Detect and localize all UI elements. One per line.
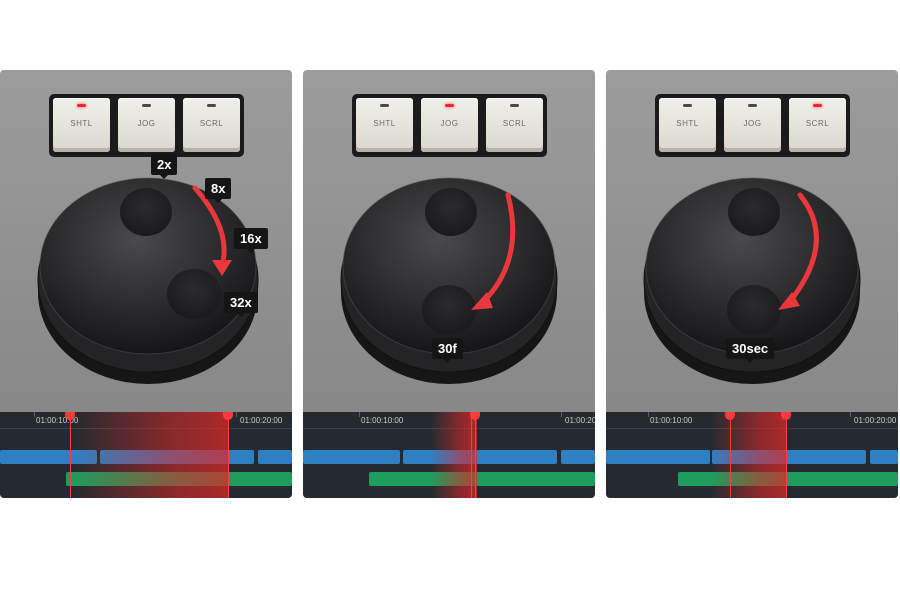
playhead-line [471, 414, 472, 498]
shuttle-panel: SHTL JOG SCRL 2x 8x 16x 32x 01:00:10:00 … [0, 70, 292, 498]
timecode-end: 01:00:20:00 [240, 416, 283, 425]
jog-panel: SHTL JOG SCRL 30f 01:00:10:00 01:00:20 [303, 70, 595, 498]
finger-dimple-bottom [167, 269, 221, 319]
timecode-start: 01:00:10:00 [650, 416, 693, 425]
playhead-line [730, 414, 731, 498]
video-clip[interactable] [403, 450, 557, 464]
timecode-start: 01:00:10:00 [361, 416, 404, 425]
video-clip[interactable] [303, 450, 400, 464]
video-clip[interactable] [561, 450, 595, 464]
finger-dimple-top [728, 188, 780, 236]
finger-dimple-bottom [422, 285, 476, 335]
timecode-end: 01:00:20:00 [854, 416, 897, 425]
timecode-end: 01:00:20:00 [565, 416, 595, 425]
scroll-panel: SHTL JOG SCRL 30sec 01:00:10:00 01:00:20… [606, 70, 898, 498]
video-clip[interactable] [258, 450, 292, 464]
video-clip[interactable] [606, 450, 710, 464]
playhead-line [70, 414, 71, 498]
speed-label-2x: 2x [151, 154, 178, 179]
scroll-step-label: 30sec [726, 338, 775, 363]
timeline: 01:00:10:00 01:00:20:00 [0, 412, 292, 498]
playhead-line [475, 414, 476, 498]
jog-step-label: 30f [432, 338, 463, 363]
speed-label-16x: 16x [234, 228, 268, 253]
video-clip[interactable] [870, 450, 898, 464]
shuttle-motion-blur [72, 412, 228, 498]
finger-dimple-top [120, 188, 172, 236]
finger-dimple-bottom [727, 285, 781, 335]
scroll-motion-blur [710, 412, 786, 498]
speed-label-8x: 8x [205, 178, 232, 203]
audio-clip[interactable] [369, 472, 595, 486]
playhead-line [786, 414, 787, 498]
playhead-line [228, 414, 229, 498]
timeline: 01:00:10:00 01:00:20:00 [303, 412, 595, 498]
finger-dimple-top [425, 188, 477, 236]
speed-label-32x: 32x [224, 292, 258, 317]
timeline: 01:00:10:00 01:00:20:00 [606, 412, 898, 498]
